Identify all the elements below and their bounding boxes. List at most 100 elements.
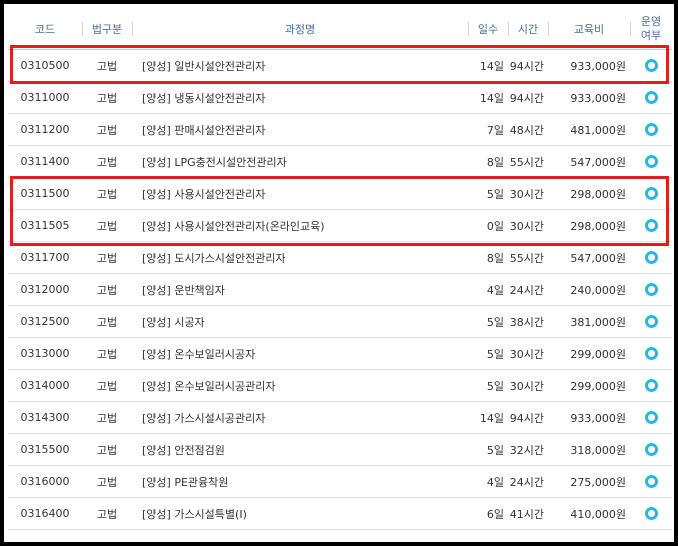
cell-law: 고법: [96, 411, 118, 425]
cell-fee: 933,000원: [570, 411, 626, 425]
circle-icon: [644, 91, 658, 105]
cell-course-name[interactable]: [양성] 도시가스시설안전관리자: [132, 250, 468, 266]
cell-law: 고법: [96, 283, 118, 297]
cell-code: 0316400: [20, 507, 70, 520]
screenshot-frame: 코드 법구분 과정명 일수 시간 교육비 운영 여부 0310500 고법 [양성]…: [0, 0, 678, 546]
cell-code: 0314000: [20, 379, 70, 392]
cell-law: 고법: [96, 123, 118, 137]
cell-course-name[interactable]: [양성] 온수보일러시공자: [132, 346, 468, 362]
cell-operation: [630, 379, 672, 393]
table-row[interactable]: 0316000 고법 [양성] PE관융착원 4일 24시간 275,000원: [8, 466, 672, 498]
cell-operation: [630, 347, 672, 361]
table-row[interactable]: 0311000 고법 [양성] 냉동시설안전관리자 14일 94시간 933,000원: [8, 82, 672, 114]
cell-law: 고법: [96, 443, 118, 457]
cell-law: 고법: [96, 347, 118, 361]
circle-icon: [644, 315, 658, 329]
header-fee: 교육비: [548, 21, 630, 37]
header-operation-line2: 여부: [640, 28, 662, 42]
cell-fee: 410,000원: [570, 507, 626, 521]
table-row[interactable]: 0313000 고법 [양성] 온수보일러시공자 5일 30시간 299,000원: [8, 338, 672, 370]
cell-days: 5일: [486, 315, 504, 329]
header-name: 과정명: [132, 21, 468, 37]
cell-code: 0311505: [20, 219, 70, 232]
table-row[interactable]: 0314000 고법 [양성] 온수보일러시공관리자 5일 30시간 299,000원: [8, 370, 672, 402]
cell-course-name[interactable]: [양성] 판매시설안전관리자: [132, 122, 468, 138]
cell-fee: 318,000원: [570, 443, 626, 457]
cell-days: 5일: [486, 443, 504, 457]
cell-days: 6일: [486, 507, 504, 521]
circle-icon: [644, 507, 658, 521]
cell-course-name[interactable]: [양성] 사용시설안전관리자: [132, 186, 468, 202]
cell-code: 0311700: [20, 251, 70, 264]
cell-course-name[interactable]: [양성] PE관융착원: [132, 474, 468, 490]
cell-hours: 41시간: [509, 507, 544, 521]
table-row[interactable]: 0315500 고법 [양성] 안전점검원 5일 32시간 318,000원: [8, 434, 672, 466]
cell-days: 5일: [486, 347, 504, 361]
circle-icon: [644, 155, 658, 169]
cell-code: 0311200: [20, 123, 70, 136]
table-row[interactable]: 0311500 고법 [양성] 사용시설안전관리자 5일 30시간 298,000원: [8, 178, 672, 210]
cell-code: 0310500: [20, 59, 70, 72]
cell-operation: [630, 443, 672, 457]
cell-operation: [630, 91, 672, 105]
cell-course-name[interactable]: [양성] 사용시설안전관리자(온라인교육): [132, 218, 468, 234]
cell-days: 4일: [486, 475, 504, 489]
cell-hours: 24시간: [509, 475, 544, 489]
cell-hours: 55시간: [509, 251, 544, 265]
circle-icon: [644, 347, 658, 361]
cell-course-name[interactable]: [양성] 온수보일러시공관리자: [132, 378, 468, 394]
header-days: 일수: [468, 21, 508, 37]
circle-icon: [644, 123, 658, 137]
cell-fee: 547,000원: [570, 251, 626, 265]
cell-course-name[interactable]: [양성] 시공자: [132, 314, 468, 330]
circle-icon: [644, 283, 658, 297]
cell-operation: [630, 315, 672, 329]
cell-fee: 547,000원: [570, 155, 626, 169]
cell-operation: [630, 283, 672, 297]
cell-code: 0313000: [20, 347, 70, 360]
cell-law: 고법: [96, 155, 118, 169]
table-row[interactable]: 0311200 고법 [양성] 판매시설안전관리자 7일 48시간 481,000원: [8, 114, 672, 146]
table-row[interactable]: 0312000 고법 [양성] 운반책임자 4일 24시간 240,000원: [8, 274, 672, 306]
cell-hours: 94시간: [509, 411, 544, 425]
cell-fee: 240,000원: [570, 283, 626, 297]
cell-code: 0316000: [20, 475, 70, 488]
table-body: 0310500 고법 [양성] 일반시설안전관리자 14일 94시간 933,000원 03…: [8, 50, 672, 530]
table-row[interactable]: 0310500 고법 [양성] 일반시설안전관리자 14일 94시간 933,000원: [8, 50, 672, 82]
cell-fee: 381,000원: [570, 315, 626, 329]
cell-course-name[interactable]: [양성] LPG충전시설안전관리자: [132, 154, 468, 170]
cell-hours: 30시간: [509, 219, 544, 233]
cell-days: 14일: [479, 59, 504, 73]
header-operation-line1: 운영: [640, 14, 662, 28]
circle-icon: [644, 59, 658, 73]
cell-law: 고법: [96, 91, 118, 105]
cell-hours: 94시간: [509, 59, 544, 73]
cell-code: 0312500: [20, 315, 70, 328]
cell-course-name[interactable]: [양성] 일반시설안전관리자: [132, 58, 468, 74]
cell-operation: [630, 251, 672, 265]
cell-code: 0311500: [20, 187, 70, 200]
cell-course-name[interactable]: [양성] 냉동시설안전관리자: [132, 90, 468, 106]
cell-course-name[interactable]: [양성] 가스시설특별(Ⅰ): [132, 506, 468, 522]
cell-operation: [630, 187, 672, 201]
cell-fee: 481,000원: [570, 123, 626, 137]
cell-course-name[interactable]: [양성] 안전점검원: [132, 442, 468, 458]
table-row[interactable]: 0314300 고법 [양성] 가스시설시공관리자 14일 94시간 933,000원: [8, 402, 672, 434]
course-table: 코드 법구분 과정명 일수 시간 교육비 운영 여부 0310500 고법 [양성]…: [8, 8, 672, 530]
cell-course-name[interactable]: [양성] 운반책임자: [132, 282, 468, 298]
cell-operation: [630, 59, 672, 73]
cell-hours: 30시간: [509, 187, 544, 201]
cell-operation: [630, 155, 672, 169]
table-row[interactable]: 0311700 고법 [양성] 도시가스시설안전관리자 8일 55시간 547,000원: [8, 242, 672, 274]
table-row[interactable]: 0316400 고법 [양성] 가스시설특별(Ⅰ) 6일 41시간 410,000원: [8, 498, 672, 530]
cell-operation: [630, 475, 672, 489]
table-row[interactable]: 0311505 고법 [양성] 사용시설안전관리자(온라인교육) 0일 30시간 298,…: [8, 210, 672, 242]
header-code: 코드: [34, 22, 56, 36]
cell-days: 7일: [486, 123, 504, 137]
cell-fee: 298,000원: [570, 219, 626, 233]
circle-icon: [644, 411, 658, 425]
table-row[interactable]: 0311400 고법 [양성] LPG충전시설안전관리자 8일 55시간 547,000원: [8, 146, 672, 178]
cell-fee: 298,000원: [570, 187, 626, 201]
table-row[interactable]: 0312500 고법 [양성] 시공자 5일 38시간 381,000원: [8, 306, 672, 338]
cell-course-name[interactable]: [양성] 가스시설시공관리자: [132, 410, 468, 426]
